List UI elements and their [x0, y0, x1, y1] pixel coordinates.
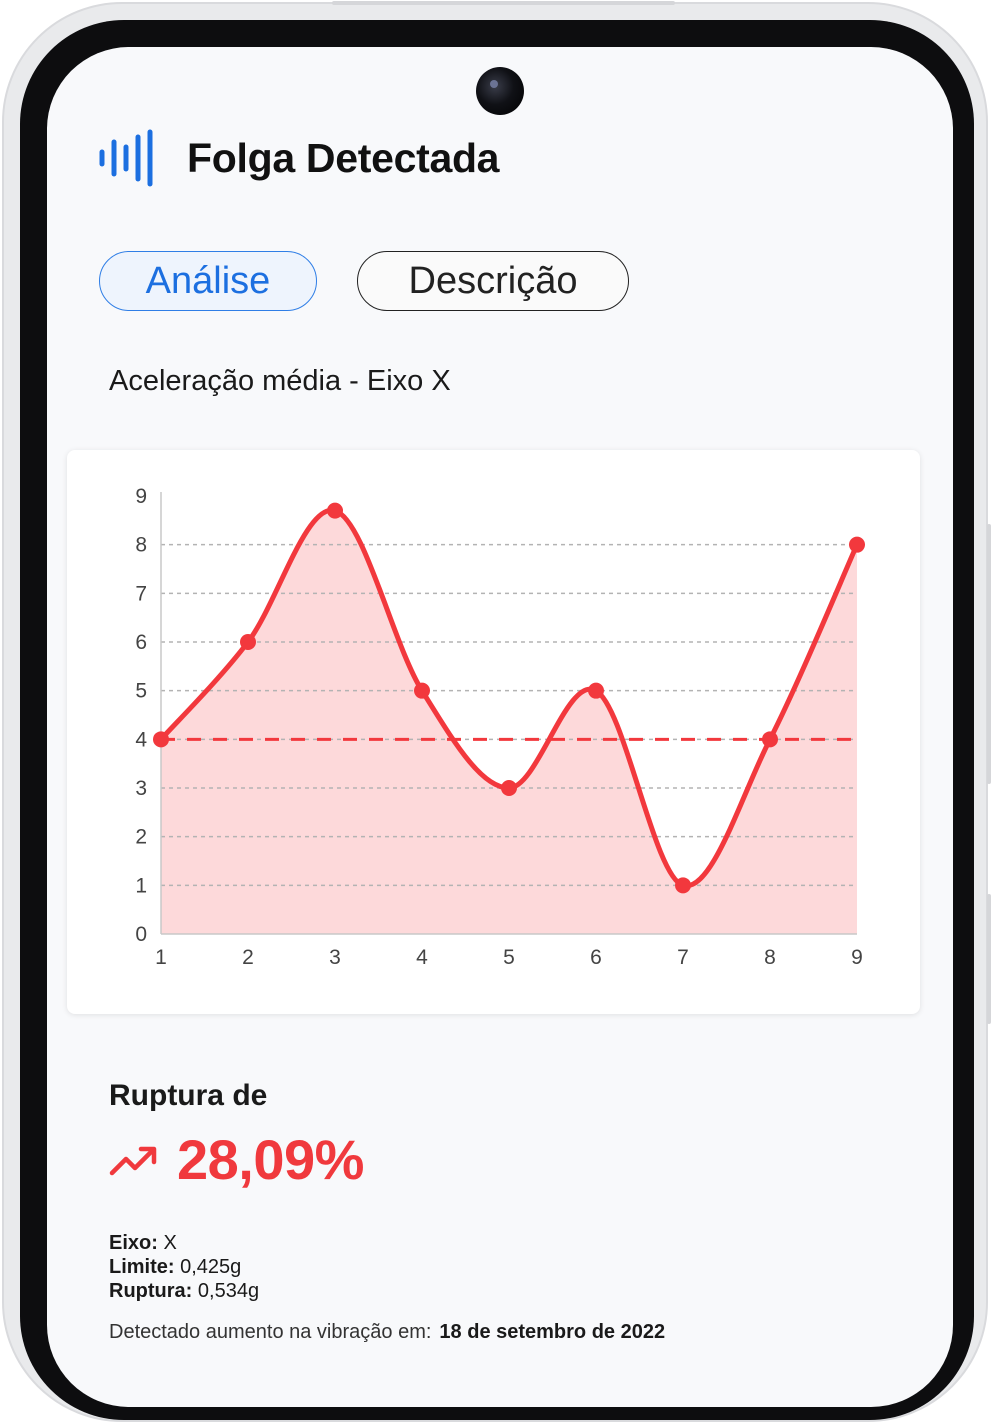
data-point	[153, 731, 169, 748]
side-button	[659, 1, 675, 5]
y-tick-label: 9	[135, 485, 147, 508]
x-tick-label: 7	[677, 946, 689, 969]
y-tick-label: 3	[135, 777, 147, 800]
y-tick-label: 4	[135, 728, 147, 751]
x-tick-label: 6	[590, 946, 602, 969]
chart-title: Aceleração média - Eixo X	[109, 365, 451, 397]
screen: Folga Detectada Análise Descrição Aceler…	[47, 47, 953, 1407]
page-header: Folga Detectada	[99, 129, 500, 187]
y-tick-label: 2	[135, 826, 147, 849]
data-point	[240, 634, 256, 650]
y-tick-label: 1	[135, 874, 147, 897]
trending-up-icon	[109, 1146, 157, 1175]
x-tick-label: 1	[155, 946, 167, 969]
phone-frame: Folga Detectada Análise Descrição Aceler…	[2, 1, 991, 1422]
y-tick-label: 8	[135, 534, 147, 557]
x-tick-label: 2	[242, 946, 254, 969]
side-button	[987, 894, 991, 1024]
x-tick-label: 8	[764, 946, 776, 969]
data-point	[588, 682, 604, 699]
chart-card: 0123456789123456789	[67, 450, 920, 1014]
data-point	[762, 731, 778, 748]
detail-limit: Limite: 0,425g	[109, 1255, 259, 1279]
x-tick-label: 5	[503, 946, 515, 969]
tab-analise[interactable]: Análise	[99, 251, 317, 311]
y-tick-label: 0	[135, 923, 147, 946]
area-fill	[161, 510, 857, 934]
x-tick-label: 3	[329, 946, 341, 969]
detail-rupture: Ruptura: 0,534g	[109, 1279, 259, 1303]
detail-axis-value: X	[163, 1232, 177, 1254]
detail-limit-value: 0,425g	[180, 1256, 242, 1278]
detail-axis-label: Eixo:	[109, 1232, 158, 1254]
y-tick-label: 5	[135, 680, 147, 703]
side-button	[987, 524, 991, 784]
x-tick-label: 4	[416, 946, 428, 969]
rupture-percent: 28,09%	[177, 1128, 364, 1191]
y-tick-label: 7	[135, 582, 147, 605]
data-point	[327, 502, 343, 519]
data-point	[414, 682, 430, 699]
data-point	[501, 780, 517, 796]
data-point	[675, 877, 691, 894]
detail-limit-label: Limite:	[109, 1256, 175, 1278]
data-point	[849, 536, 865, 553]
detail-axis: Eixo: X	[109, 1231, 259, 1255]
rupture-percent-row: 28,09%	[109, 1127, 364, 1192]
page-title: Folga Detectada	[187, 134, 500, 181]
x-tick-label: 9	[851, 946, 863, 969]
tab-bar: Análise Descrição	[99, 251, 629, 311]
rupture-title: Ruptura de	[109, 1079, 268, 1112]
detail-rupture-value: 0,534g	[197, 1280, 260, 1302]
y-tick-label: 6	[135, 631, 147, 654]
acceleration-chart: 01234567891 2 3 4 5 6 7 8 9	[135, 485, 865, 969]
waveform-icon	[99, 129, 153, 187]
tab-descricao[interactable]: Descrição	[357, 251, 629, 311]
detected-label: Detectado aumento na vibração em:	[109, 1321, 432, 1343]
side-button	[332, 1, 662, 5]
front-camera	[476, 67, 524, 115]
details-block: Eixo: X Limite: 0,425g Ruptura: 0,534g	[109, 1231, 259, 1303]
detail-rupture-label: Ruptura:	[109, 1280, 193, 1302]
detected-date: 18 de setembro de 2022	[439, 1321, 666, 1343]
detected-line: Detectado aumento na vibração em: 18 de s…	[109, 1321, 665, 1344]
